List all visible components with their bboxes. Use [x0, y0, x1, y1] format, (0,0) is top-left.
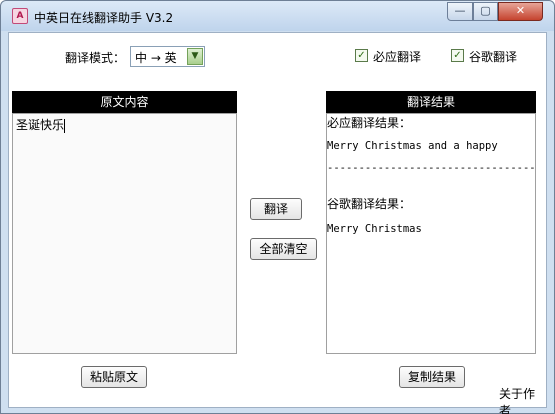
app-icon: A	[12, 8, 28, 24]
bing-result-heading: 必应翻译结果：	[327, 116, 412, 130]
google-result-text: Merry Christmas	[327, 223, 422, 235]
paste-button[interactable]: 粘贴原文	[81, 366, 147, 388]
result-textarea[interactable]: 必应翻译结果： Merry Christmas and a happy ----…	[326, 113, 536, 354]
maximize-button[interactable]: ▢	[473, 2, 498, 21]
google-checkbox[interactable]: ✓	[451, 49, 464, 62]
mode-select[interactable]: 中 → 英 ▼	[130, 46, 205, 67]
copy-button[interactable]: 复制结果	[399, 366, 465, 388]
bing-checkbox[interactable]: ✓	[355, 49, 368, 62]
mode-select-value: 中 → 英	[135, 51, 177, 65]
bing-checkbox-label[interactable]: 必应翻译	[373, 48, 421, 65]
close-button[interactable]: ✕	[498, 2, 543, 21]
mode-label: 翻译模式：	[65, 51, 126, 65]
source-textarea[interactable]: 圣诞快乐	[12, 113, 237, 354]
clear-all-button[interactable]: 全部清空	[250, 238, 317, 260]
about-author-link[interactable]: 关于作者	[499, 385, 546, 414]
app-window: A 中英日在线翻译助手 V3.2 — ▢ ✕ 翻译模式： 中 → 英 ▼ ✓ 必…	[0, 0, 555, 414]
google-checkbox-label[interactable]: 谷歌翻译	[469, 48, 517, 65]
minimize-button[interactable]: —	[447, 2, 473, 21]
bing-result-text: Merry Christmas and a happy	[327, 140, 498, 152]
client-area: 翻译模式： 中 → 英 ▼ ✓ 必应翻译 ✓ 谷歌翻译 原文内容 圣诞快乐 翻译…	[8, 32, 547, 414]
result-header: 翻译结果	[326, 91, 536, 113]
google-result-heading: 谷歌翻译结果：	[327, 197, 412, 211]
translate-button[interactable]: 翻译	[250, 198, 302, 220]
title-bar[interactable]: A 中英日在线翻译助手 V3.2 — ▢ ✕	[1, 1, 554, 31]
text-cursor	[64, 118, 66, 133]
source-header: 原文内容	[12, 91, 237, 113]
window-title: 中英日在线翻译助手 V3.2	[34, 11, 174, 25]
result-separator: --------------------------------------	[327, 162, 536, 174]
chevron-down-icon[interactable]: ▼	[187, 48, 203, 65]
source-text: 圣诞快乐	[16, 118, 65, 132]
